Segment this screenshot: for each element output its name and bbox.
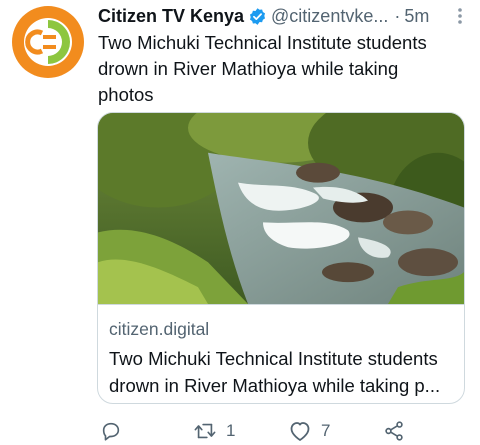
card-domain[interactable]: citizen.digital	[109, 319, 209, 340]
retweet-icon	[194, 423, 216, 439]
citizen-tv-logo-icon	[12, 6, 84, 78]
more-options-icon[interactable]	[452, 5, 468, 27]
like-button[interactable]: 7	[288, 418, 330, 444]
author-name[interactable]: Citizen TV Kenya	[98, 6, 244, 27]
share-icon	[385, 421, 403, 441]
tweet-text: Two Michuki Technical Institute students…	[98, 30, 448, 108]
tweet-text-line: photos	[98, 84, 154, 105]
card-title[interactable]: Two Michuki Technical Institute students…	[109, 345, 459, 399]
verified-badge-icon	[248, 7, 267, 26]
reply-icon	[102, 422, 120, 441]
tweet-timestamp[interactable]: 5m	[404, 6, 429, 27]
tweet-text-line: drown in River Mathioya while taking	[98, 58, 399, 79]
author-handle[interactable]: @citizentvke...	[271, 6, 388, 27]
card-title-line: drown in River Mathioya while taking p..…	[109, 375, 441, 396]
retweet-button[interactable]: 1	[193, 418, 235, 444]
like-count: 7	[321, 421, 331, 440]
tweet-text-line: Two Michuki Technical Institute students	[98, 32, 427, 53]
share-button[interactable]	[383, 418, 405, 444]
reply-button[interactable]	[100, 418, 122, 444]
tweet-actions: 1 7	[98, 418, 418, 444]
card-title-line: Two Michuki Technical Institute students	[109, 348, 438, 369]
river-rapids-photo[interactable]	[98, 113, 464, 305]
avatar[interactable]	[12, 6, 84, 78]
separator-dot: ·	[394, 5, 401, 26]
tweet-header: Citizen TV Kenya @citizentvke... · 5m	[98, 3, 468, 29]
heart-icon	[290, 422, 310, 441]
retweet-count: 1	[226, 421, 236, 440]
link-preview-card[interactable]: citizen.digital Two Michuki Technical In…	[97, 112, 465, 404]
